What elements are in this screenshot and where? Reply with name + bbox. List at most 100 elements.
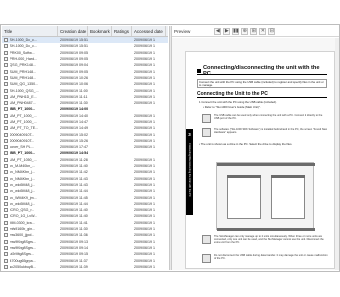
file-creation-date: 2009/06/19 14:54 (60, 151, 88, 156)
preview-pane: Preview ◀ ▶ ▮▮ ⊕ ⊞ ✕ ⊟ 3 Connecting/Disc… (172, 26, 339, 270)
file-title: SUM_PRH148... (2, 75, 58, 80)
file-creation-date: 2009/06/19 11:30 (60, 101, 88, 106)
preview-toolbar: Preview ◀ ▶ ▮▮ ⊕ ⊞ ✕ ⊟ (172, 26, 339, 37)
prev-page-icon[interactable]: ◀ (214, 27, 222, 35)
file-creation-date: 2009/06/19 11:44 (60, 201, 88, 206)
file-title-text: UM_PT_1000_... (9, 120, 37, 124)
illustration-window-left (227, 175, 261, 219)
file-title: UM_PT_1000_... (2, 113, 58, 118)
file-accessed-date: 2009/06/19 1 (134, 170, 155, 175)
column-header-creation-date[interactable]: Creation date (58, 26, 88, 36)
heading-square-icon (197, 69, 201, 73)
file-title: QSG_PRK148... (2, 63, 58, 68)
file-title: UM_PNH1D_E... (2, 94, 58, 99)
file-title-text: 4700ug65grpa... (9, 258, 36, 263)
column-header-title[interactable]: Title (2, 26, 58, 36)
file-creation-date: 2009/06/19 09:05 (60, 57, 88, 62)
file-accessed-date: 2009/06/19 1 (134, 69, 155, 74)
file-title-text: cv_wlo5M48_j... (9, 201, 36, 206)
illustration-titlebar (217, 163, 315, 166)
preview-area: 3 Connecting/Disconnecting the Unit with… (172, 38, 339, 270)
file-accessed-date: 2009/06/19 1 (134, 38, 155, 43)
file-title: cv_M-M40kn_... (2, 164, 58, 169)
pdf-file-icon (4, 170, 8, 175)
file-accessed-date: 2009/06/19 1 (134, 157, 155, 162)
file-accessed-date: 2009/06/19 1 (134, 227, 155, 232)
column-header-accessed-date[interactable]: Accessed date (132, 26, 166, 36)
file-accessed-date: 2009/06/19 1 (134, 220, 155, 225)
pdf-file-icon (4, 214, 8, 219)
file-creation-date: 2009/06/19 09:13 (60, 239, 88, 244)
file-title: SH-1000_QSG_... (2, 88, 58, 93)
zoom-in-icon[interactable]: ⊕ (241, 27, 249, 35)
fit-page-icon[interactable]: ⊞ (250, 27, 258, 35)
zoom-out-icon[interactable]: ⊟ (268, 27, 276, 35)
step-1-sub: • Refer to "SH-1000 User's Guide (Main U… (203, 106, 261, 109)
page-view-icon[interactable]: ▮▮ (232, 27, 240, 35)
file-accessed-date: 2009/06/19 1 (134, 94, 155, 99)
file-accessed-date: 2009/06/19 1 (134, 63, 155, 68)
file-creation-date: 2009/06/19 11:41 (60, 220, 88, 225)
file-creation-date: 2009/06/19 11:00 (60, 88, 88, 93)
pdf-file-icon (4, 258, 8, 263)
file-title: sc2050ukbuyB... (2, 264, 58, 269)
close-preview-icon[interactable]: ✕ (259, 27, 267, 35)
file-creation-date: 2009/06/19 09:05 (60, 69, 88, 74)
file-title: ufJrMtg8Sgrs... (2, 252, 58, 257)
file-accessed-date: 2009/06/19 1 (134, 145, 155, 150)
pdf-file-icon (4, 195, 8, 200)
note-icon (202, 235, 211, 244)
file-accessed-date: 2009/06/19 1 (134, 258, 155, 263)
file-creation-date: 2009/06/19 11:43 (60, 176, 88, 181)
file-title-text: SH-1000_QSG_... (9, 88, 39, 93)
note-icon (202, 254, 211, 263)
preview-label: Preview (174, 28, 191, 34)
file-title: cv_wlo5M48_j... (2, 182, 58, 187)
file-title: ICRO_QSG_r... (2, 208, 58, 213)
file-list-header: Title Creation date Bookmark Ratings Acc… (2, 26, 168, 37)
file-title: mfs9160b_gin... (2, 227, 58, 232)
file-title: mw9Kbg8Sgrs... (2, 245, 58, 250)
file-title-text: SUM_QG_1350... (9, 82, 39, 87)
file-creation-date: 2009/06/19 11:40 (60, 214, 88, 219)
file-accessed-date: 2009/06/19 1 (134, 75, 155, 80)
screenshot-illustration (216, 162, 315, 231)
file-creation-date: 2009/06/19 14:00 (60, 107, 88, 112)
pdf-file-icon (4, 245, 8, 250)
file-accessed-date: 2009/06/19 1 (134, 195, 155, 200)
file-accessed-date: 2009/06/19 1 (134, 252, 155, 257)
file-title: cv_WM4K9_jm... (2, 195, 58, 200)
file-title: cv_wlo5M48_j... (2, 201, 58, 206)
file-creation-date: 2009/06/19 17:47 (60, 145, 88, 150)
file-title-text: PRK00_Softw... (9, 50, 35, 55)
file-title: UM_PT_TO_TE... (2, 126, 58, 131)
chapter-number: 3 (188, 132, 191, 137)
note-2: The software ("SH-1000 SDK Software") is… (214, 128, 328, 134)
file-title: cv_wlo5M48_j... (2, 189, 58, 194)
column-header-bookmark[interactable]: Bookmark (88, 26, 112, 36)
file-accessed-date: 2009/06/19 1 (134, 189, 155, 194)
next-page-icon[interactable]: ▶ (223, 27, 231, 35)
file-title: SH-1000_Dc_c... (2, 44, 58, 49)
file-accessed-date: 2009/06/19 1 (134, 44, 155, 49)
file-accessed-date: 2009/06/19 1 (134, 132, 155, 137)
section-heading: Connecting the Unit to the PC (197, 91, 327, 98)
file-title-text: ICRO_QSG_r... (9, 208, 35, 213)
intro-box: Connect the unit with the PC using the U… (197, 79, 327, 88)
preview-scrollbar[interactable] (335, 38, 339, 270)
file-list-body: SH-1000_Dc_c... 2009/06/19 15:51 2009/06/1… (2, 37, 168, 270)
column-header-ratings[interactable]: Ratings (112, 26, 132, 36)
file-title: UM_PT_1000_... (2, 120, 58, 124)
file-title: PRH-000_Hard... (2, 57, 58, 62)
pdf-file-icon (4, 189, 8, 194)
step-1: 1 Connect the unit with the PC using the… (199, 101, 277, 104)
file-title-text: UM_PT_TO_TE... (9, 126, 39, 131)
pdf-file-icon (4, 75, 8, 80)
chapter-tab-text: Connecting/Disconnecting the Unit with t… (188, 143, 191, 197)
file-title: 4700ug65grpa... (2, 258, 58, 263)
file-title: UM_PT_1050_... (2, 157, 58, 162)
file-accessed-date: 2009/06/19 1 (134, 208, 155, 213)
pdf-file-icon (4, 252, 8, 257)
file-title-text: IBB_PT_1000... (9, 151, 36, 156)
file-creation-date: 2009/06/19 15:51 (60, 44, 88, 49)
